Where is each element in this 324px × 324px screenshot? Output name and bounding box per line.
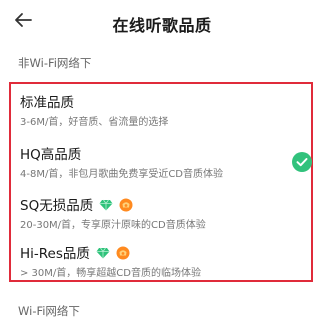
- orange-vip-icon: [116, 245, 130, 260]
- quality-option-hires[interactable]: Hi-Res品质 > 30M/首，畅享超越CD音质的临场体验: [20, 243, 312, 283]
- option-title: SQ无损品质: [20, 198, 94, 214]
- orange-vip-icon: [119, 197, 133, 212]
- section-label-mobile-network: 非Wi-Fi网络下: [18, 56, 92, 70]
- quality-option-standard[interactable]: 标准品质 3-6M/首，好音质、省流量的选择: [20, 92, 312, 132]
- diamond-vip-icon: [99, 197, 113, 211]
- quality-option-sq[interactable]: SQ无损品质 20-30M/首，专享原汁原味的CD音质体验: [20, 195, 312, 235]
- option-title: Hi-Res品质: [20, 246, 90, 262]
- page-title: 在线听歌品质: [112, 16, 212, 35]
- option-title: HQ高品质: [20, 147, 82, 163]
- option-description: > 30M/首，畅享超越CD音质的临场体验: [20, 268, 201, 279]
- option-description: 3-6M/首，好音质、省流量的选择: [20, 117, 169, 128]
- section-label-wifi-network: Wi-Fi网络下: [18, 304, 80, 318]
- option-title: 标准品质: [20, 95, 74, 111]
- top-bar: 在线听歌品质: [0, 0, 324, 44]
- option-description: 4-8M/首，非包月歌曲免费享受近CD音质体验: [20, 169, 224, 180]
- diamond-vip-icon: [96, 245, 110, 259]
- check-circle-icon: [292, 152, 312, 172]
- quality-option-hq[interactable]: HQ高品质 4-8M/首，非包月歌曲免费享受近CD音质体验: [20, 144, 312, 184]
- option-description: 20-30M/首，专享原汁原味的CD音质体验: [20, 220, 206, 231]
